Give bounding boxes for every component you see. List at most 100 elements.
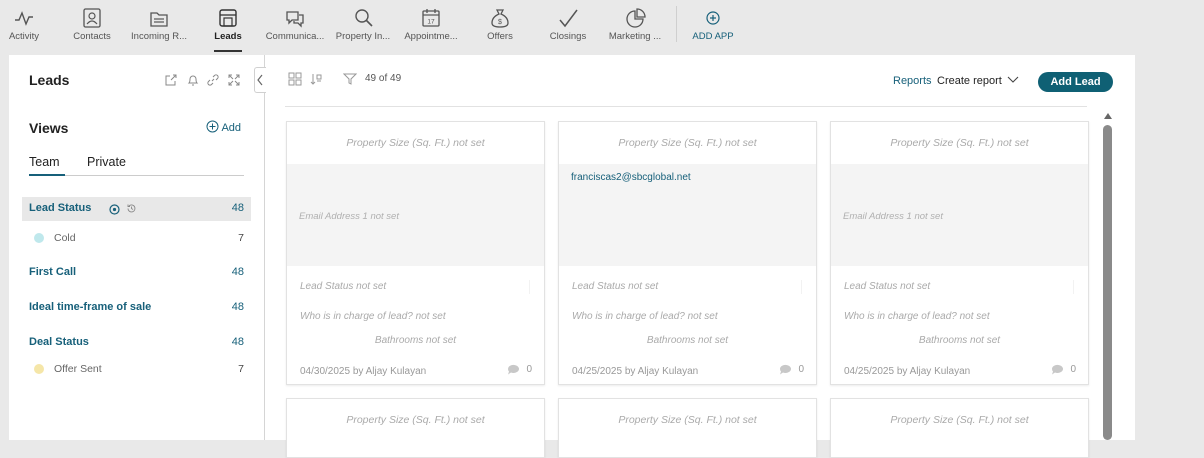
view-ideal-time-frame[interactable]: Ideal time-frame of sale 48 xyxy=(22,296,251,320)
option-count: 7 xyxy=(238,232,244,244)
property-size-field: Property Size (Sq. Ft.) not set xyxy=(890,414,1029,426)
pie-chart-icon xyxy=(626,8,646,28)
property-size-field: Property Size (Sq. Ft.) not set xyxy=(890,137,1029,149)
in-charge-field[interactable]: Who is in charge of lead? not set xyxy=(572,311,718,322)
target-icon[interactable] xyxy=(109,204,120,215)
tab-team[interactable]: Team xyxy=(29,155,60,169)
nav-label: Leads xyxy=(214,31,242,42)
scroll-up-icon[interactable] xyxy=(1102,111,1114,121)
lead-status-field[interactable]: Lead Status not set xyxy=(300,281,386,292)
add-app-button[interactable]: ADD APP xyxy=(690,0,736,52)
view-first-call[interactable]: First Call 48 xyxy=(22,261,251,285)
nav-activity[interactable]: Activity xyxy=(0,0,48,52)
property-size-field: Property Size (Sq. Ft.) not set xyxy=(618,137,757,149)
comment-icon xyxy=(1052,364,1064,375)
comments-value: 0 xyxy=(526,364,532,376)
option-name: Cold xyxy=(54,232,76,244)
create-report-label: Create report xyxy=(937,75,1002,87)
nav-leads[interactable]: Leads xyxy=(204,0,252,52)
sort-icon[interactable] xyxy=(309,72,323,86)
nav-property[interactable]: Property In... xyxy=(332,0,394,52)
collapse-panel-button[interactable] xyxy=(254,67,266,93)
email-link[interactable]: franciscas2@sbcglobal.net xyxy=(571,172,691,183)
nav-label: Property In... xyxy=(335,31,391,42)
add-view-label: Add xyxy=(221,122,242,134)
link-icon[interactable] xyxy=(206,73,220,87)
nav-marketing[interactable]: Marketing ... xyxy=(604,0,666,52)
field-divider xyxy=(529,280,530,294)
create-report-dropdown[interactable]: Create report xyxy=(937,75,1019,87)
view-count: 48 xyxy=(231,202,244,214)
lead-card[interactable]: Property Size (Sq. Ft.) not set francisc… xyxy=(558,121,817,385)
plus-circle-icon xyxy=(706,11,720,25)
lead-card[interactable]: Property Size (Sq. Ft.) not set Email Ad… xyxy=(830,121,1089,385)
nav-divider xyxy=(676,6,677,42)
svg-text:$: $ xyxy=(498,19,502,26)
nav-label: Communica... xyxy=(265,31,325,42)
tab-active-indicator xyxy=(29,174,65,176)
view-lead-status[interactable]: Lead Status 48 xyxy=(22,197,251,221)
add-view-button[interactable]: Add xyxy=(206,120,241,134)
nav-closings[interactable]: Closings xyxy=(544,0,592,52)
comments-count[interactable]: 0 xyxy=(1051,364,1076,375)
comment-icon xyxy=(780,364,792,375)
share-icon[interactable] xyxy=(164,73,178,87)
comments-value: 0 xyxy=(798,364,804,376)
tab-private[interactable]: Private xyxy=(87,155,126,169)
lead-card[interactable]: Property Size (Sq. Ft.) not set xyxy=(830,398,1089,458)
comments-value: 0 xyxy=(1070,364,1076,376)
views-title: Views xyxy=(29,120,69,136)
nav-label: Closings xyxy=(549,31,587,42)
grid-view-icon[interactable] xyxy=(288,72,302,86)
reports-link[interactable]: Reports xyxy=(893,75,932,87)
lead-card[interactable]: Property Size (Sq. Ft.) not set xyxy=(286,398,545,458)
nav-offers[interactable]: $ Offers xyxy=(476,0,524,52)
view-name: Deal Status xyxy=(29,336,89,348)
card-footer: 04/25/2025 by Aljay Kulayan xyxy=(572,366,699,377)
record-count: 49 of 49 xyxy=(365,73,402,84)
comments-count[interactable]: 0 xyxy=(507,364,532,375)
option-count: 7 xyxy=(238,363,244,375)
nav-contacts[interactable]: Contacts xyxy=(66,0,118,52)
add-lead-button[interactable]: Add Lead xyxy=(1038,72,1113,92)
nav-label: Contacts xyxy=(73,31,111,42)
lead-card[interactable]: Property Size (Sq. Ft.) not set Email Ad… xyxy=(286,121,545,385)
in-charge-field[interactable]: Who is in charge of lead? not set xyxy=(844,311,990,322)
email-field: Email Address 1 not set xyxy=(299,211,399,222)
property-size-field: Property Size (Sq. Ft.) not set xyxy=(346,137,485,149)
bell-icon[interactable] xyxy=(186,73,200,87)
nav-appointments[interactable]: 17 Appointme... xyxy=(400,0,462,52)
view-option-cold[interactable]: Cold 7 xyxy=(22,228,251,248)
nav-incoming[interactable]: Incoming R... xyxy=(128,0,190,52)
filter-icon[interactable] xyxy=(343,72,357,86)
field-divider xyxy=(1073,280,1074,294)
status-dot xyxy=(34,233,44,243)
calendar-icon: 17 xyxy=(422,9,440,27)
in-charge-field[interactable]: Who is in charge of lead? not set xyxy=(300,311,446,322)
lead-card[interactable]: Property Size (Sq. Ft.) not set xyxy=(558,398,817,458)
scrollbar-thumb[interactable] xyxy=(1103,125,1112,440)
bathrooms-field: Bathrooms not set xyxy=(374,335,457,346)
comments-count[interactable]: 0 xyxy=(779,364,804,375)
lead-status-field[interactable]: Lead Status not set xyxy=(844,281,930,292)
chevron-left-icon xyxy=(257,74,263,86)
money-bag-icon: $ xyxy=(491,9,509,28)
view-count: 48 xyxy=(231,266,244,278)
nav-communications[interactable]: Communica... xyxy=(264,0,326,52)
card-footer: 04/30/2025 by Aljay Kulayan xyxy=(300,366,427,377)
history-icon[interactable] xyxy=(126,203,137,214)
top-navigation: Activity Contacts Incoming R... Leads Co… xyxy=(0,0,1204,52)
chevron-down-icon xyxy=(1007,76,1019,83)
view-name: First Call xyxy=(29,266,77,278)
nav-label: Marketing ... xyxy=(608,31,662,42)
view-count: 48 xyxy=(231,301,244,313)
property-size-field: Property Size (Sq. Ft.) not set xyxy=(346,414,485,426)
toolbar-divider xyxy=(285,106,1087,107)
checkmark-icon xyxy=(559,9,578,28)
field-divider xyxy=(801,280,802,294)
nav-label: Offers xyxy=(487,31,513,42)
view-deal-status[interactable]: Deal Status 48 xyxy=(22,331,251,355)
expand-icon[interactable] xyxy=(227,73,241,87)
lead-status-field[interactable]: Lead Status not set xyxy=(572,281,658,292)
view-option-offer-sent[interactable]: Offer Sent 7 xyxy=(22,359,251,379)
